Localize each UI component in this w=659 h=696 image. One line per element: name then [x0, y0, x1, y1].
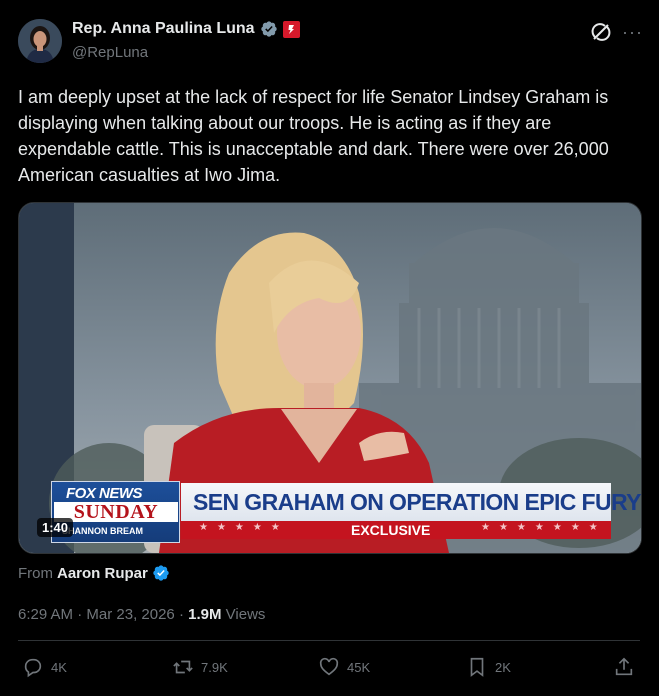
chyron-headline: SEN GRAHAM ON OPERATION EPIC FURY [193, 489, 641, 515]
action-bar: 4K 7.9K 45K 2K [0, 656, 659, 686]
avatar[interactable] [18, 19, 62, 63]
reply-button[interactable]: 4K [22, 656, 67, 678]
news-chyron: FOX NEWS SUNDAY SHANNON BREAM SEN GRAHAM… [51, 481, 641, 543]
video-source: From Aaron Rupar [18, 564, 170, 582]
share-icon [615, 657, 633, 676]
reply-icon [24, 658, 42, 678]
more-icon[interactable]: ··· [622, 23, 643, 41]
tweet-date[interactable]: Mar 23, 2026 [86, 606, 174, 623]
share-button[interactable] [613, 656, 635, 678]
video-player[interactable]: FOX NEWS SUNDAY SHANNON BREAM SEN GRAHAM… [18, 202, 642, 554]
bookmark-icon [470, 657, 484, 677]
logo-network: FOX NEWS [66, 485, 143, 502]
tweet: Rep. Anna Paulina Luna @RepLuna ··· I am… [0, 0, 659, 696]
author-handle[interactable]: @RepLuna [72, 44, 148, 61]
logo-host: SHANNON BREAM [62, 526, 143, 536]
repost-button[interactable]: 7.9K [172, 656, 228, 678]
source-verified-icon [153, 565, 169, 581]
tweet-meta: 6:29 AM · Mar 23, 2026 · 1.9M Views [18, 606, 265, 623]
author-display-name[interactable]: Rep. Anna Paulina Luna [72, 20, 255, 38]
tweet-text: I am deeply upset at the lack of respect… [18, 87, 609, 185]
headline-block: SEN GRAHAM ON OPERATION EPIC FURY [181, 483, 641, 521]
repost-count: 7.9K [201, 659, 228, 675]
affiliation-badge-icon[interactable] [282, 20, 300, 38]
like-count: 45K [347, 659, 371, 675]
logo-show: SUNDAY [54, 502, 178, 523]
repost-icon [173, 660, 193, 674]
views-label: Views [225, 606, 266, 623]
stars-decoration-right: ★★★★★★★ [481, 522, 607, 533]
tweet-time[interactable]: 6:29 AM [18, 606, 73, 623]
meta-separator-2: · [178, 606, 184, 623]
exclusive-bar: ★★★★★ EXCLUSIVE ★★★★★★★ [181, 521, 611, 539]
grok-icon[interactable] [591, 22, 611, 42]
reply-count: 4K [51, 659, 67, 675]
bookmark-count: 2K [495, 659, 511, 675]
verified-badge-icon[interactable] [260, 20, 278, 38]
bookmark-button[interactable]: 2K [466, 656, 511, 678]
source-prefix: From [18, 564, 53, 582]
stars-decoration-left: ★★★★★ [199, 522, 289, 533]
views-count: 1.9M [188, 606, 222, 623]
meta-separator: · [77, 606, 83, 623]
video-duration: 1:40 [37, 518, 74, 537]
source-name[interactable]: Aaron Rupar [57, 565, 148, 582]
divider [18, 640, 640, 641]
like-button[interactable]: 45K [318, 656, 370, 678]
author-name-row: Rep. Anna Paulina Luna [72, 20, 300, 38]
like-icon [319, 657, 339, 676]
exclusive-tag: EXCLUSIVE [351, 522, 431, 538]
